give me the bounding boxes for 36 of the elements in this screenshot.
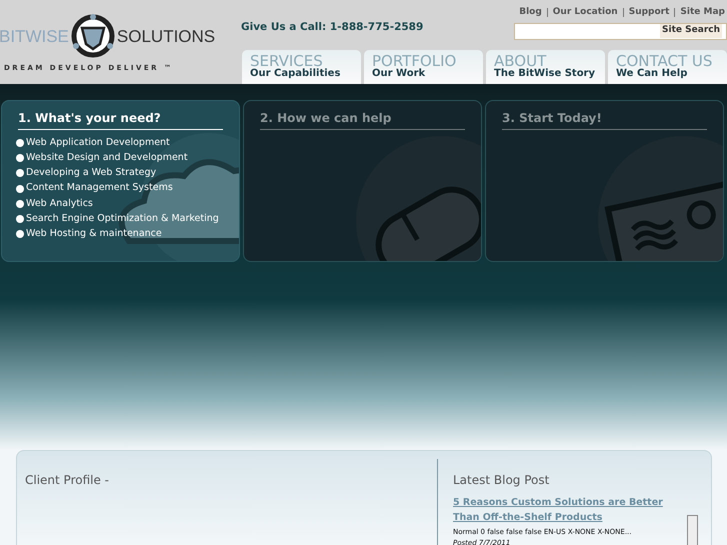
nav-tab[interactable]: CONTACT US We Can Help: [608, 50, 727, 84]
panel-title: 2. How we can help: [260, 109, 465, 130]
info-panel[interactable]: 3. Start Today!: [485, 100, 724, 262]
info-panel[interactable]: 2. How we can help: [243, 100, 482, 262]
service-link[interactable]: Developing a Web Strategy: [26, 166, 156, 180]
bullet-icon: [16, 138, 24, 147]
bullet-icon: [16, 169, 24, 178]
logo-emblem-icon: [70, 14, 115, 58]
logo-text: BITWISE: [0, 28, 69, 44]
bullet-icon: [16, 154, 24, 162]
top-link[interactable]: Site Map: [680, 6, 725, 20]
panel-title: 1. What's your need?: [18, 109, 223, 130]
nav-tab[interactable]: SERVICES Our Capabilities: [242, 50, 361, 84]
logo-text: SOLUTIONS: [116, 28, 216, 44]
panel-title: 3. Start Today!: [502, 109, 707, 130]
section-title: Client Profile -: [25, 472, 110, 489]
top-link[interactable]: Our Location: [552, 6, 618, 20]
bullet-icon: [16, 215, 24, 224]
info-panel[interactable]: [1, 100, 240, 262]
section-title: Latest Blog Post: [453, 472, 550, 489]
phone-number: Give Us a Call: 1-888-775-2589: [241, 20, 424, 35]
service-link[interactable]: Content Management Systems: [26, 181, 173, 196]
nav-tab[interactable]: ABOUT The BitWise Story: [486, 50, 605, 84]
service-link[interactable]: Web Analytics: [26, 196, 93, 211]
bullet-icon: [16, 230, 24, 238]
search-button[interactable]: Site Search: [660, 24, 722, 38]
bullet-icon: [16, 200, 24, 208]
nav-tab[interactable]: PORTFOLIO Our Work: [364, 50, 483, 84]
service-link[interactable]: Web Hosting & maintenance: [26, 227, 162, 242]
service-link[interactable]: Website Design and Development: [26, 150, 188, 166]
service-link[interactable]: Web Application Development: [26, 136, 170, 150]
top-link[interactable]: Blog: [519, 6, 542, 20]
bullet-icon: [16, 184, 24, 193]
top-link[interactable]: Support: [628, 6, 670, 20]
search-field[interactable]: Site Search: [514, 22, 727, 40]
service-link[interactable]: Search Engine Optimization & Marketing: [26, 212, 219, 226]
